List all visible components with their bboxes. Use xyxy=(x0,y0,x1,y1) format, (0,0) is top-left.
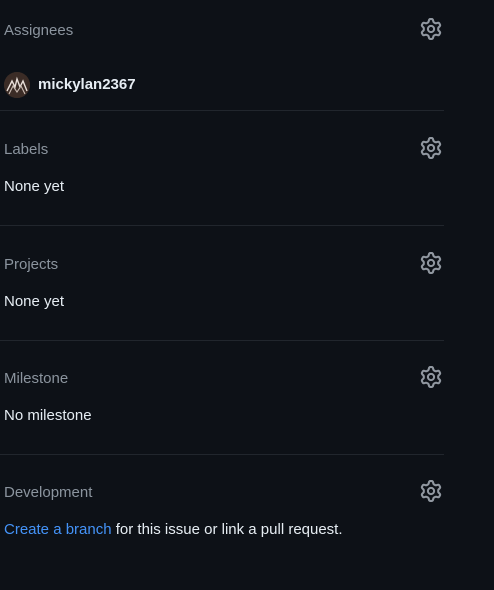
projects-title: Projects xyxy=(4,256,59,273)
avatar xyxy=(4,72,30,98)
milestone-header[interactable]: Milestone xyxy=(0,362,444,392)
development-header[interactable]: Development xyxy=(0,476,444,506)
development-suffix: for this issue or link a pull request. xyxy=(111,521,343,538)
labels-value: None yet xyxy=(4,178,65,195)
milestone-gear-icon[interactable] xyxy=(420,366,442,388)
development-text: Create a branch for this issue or link a… xyxy=(4,521,343,539)
assignees-title: Assignees xyxy=(4,22,74,39)
projects-gear-icon[interactable] xyxy=(420,252,442,274)
divider xyxy=(0,340,444,341)
divider xyxy=(0,110,444,111)
development-gear-icon[interactable] xyxy=(420,480,442,502)
projects-header[interactable]: Projects xyxy=(0,248,444,278)
assignee-username[interactable]: mickylan2367 xyxy=(38,76,136,94)
divider xyxy=(0,454,444,455)
milestone-section: Milestone No milestone xyxy=(0,362,444,476)
avatar-image-icon xyxy=(4,72,30,98)
divider xyxy=(0,225,444,226)
projects-value: None yet xyxy=(4,293,65,310)
labels-title: Labels xyxy=(4,141,49,158)
milestone-value: No milestone xyxy=(4,407,92,424)
assignees-gear-icon[interactable] xyxy=(420,18,442,40)
labels-section: Labels None yet xyxy=(0,133,444,247)
projects-section: Projects None yet xyxy=(0,248,444,362)
development-section: Development Create a branch for this iss… xyxy=(0,476,444,590)
create-branch-link[interactable]: Create a branch xyxy=(4,521,112,538)
labels-gear-icon[interactable] xyxy=(420,137,442,159)
labels-header[interactable]: Labels xyxy=(0,133,444,163)
issue-sidebar: Assignees mickylan2367 Labels None yet P… xyxy=(0,0,444,561)
development-title: Development xyxy=(4,484,93,501)
milestone-title: Milestone xyxy=(4,370,69,387)
assignees-header[interactable]: Assignees xyxy=(0,14,444,44)
